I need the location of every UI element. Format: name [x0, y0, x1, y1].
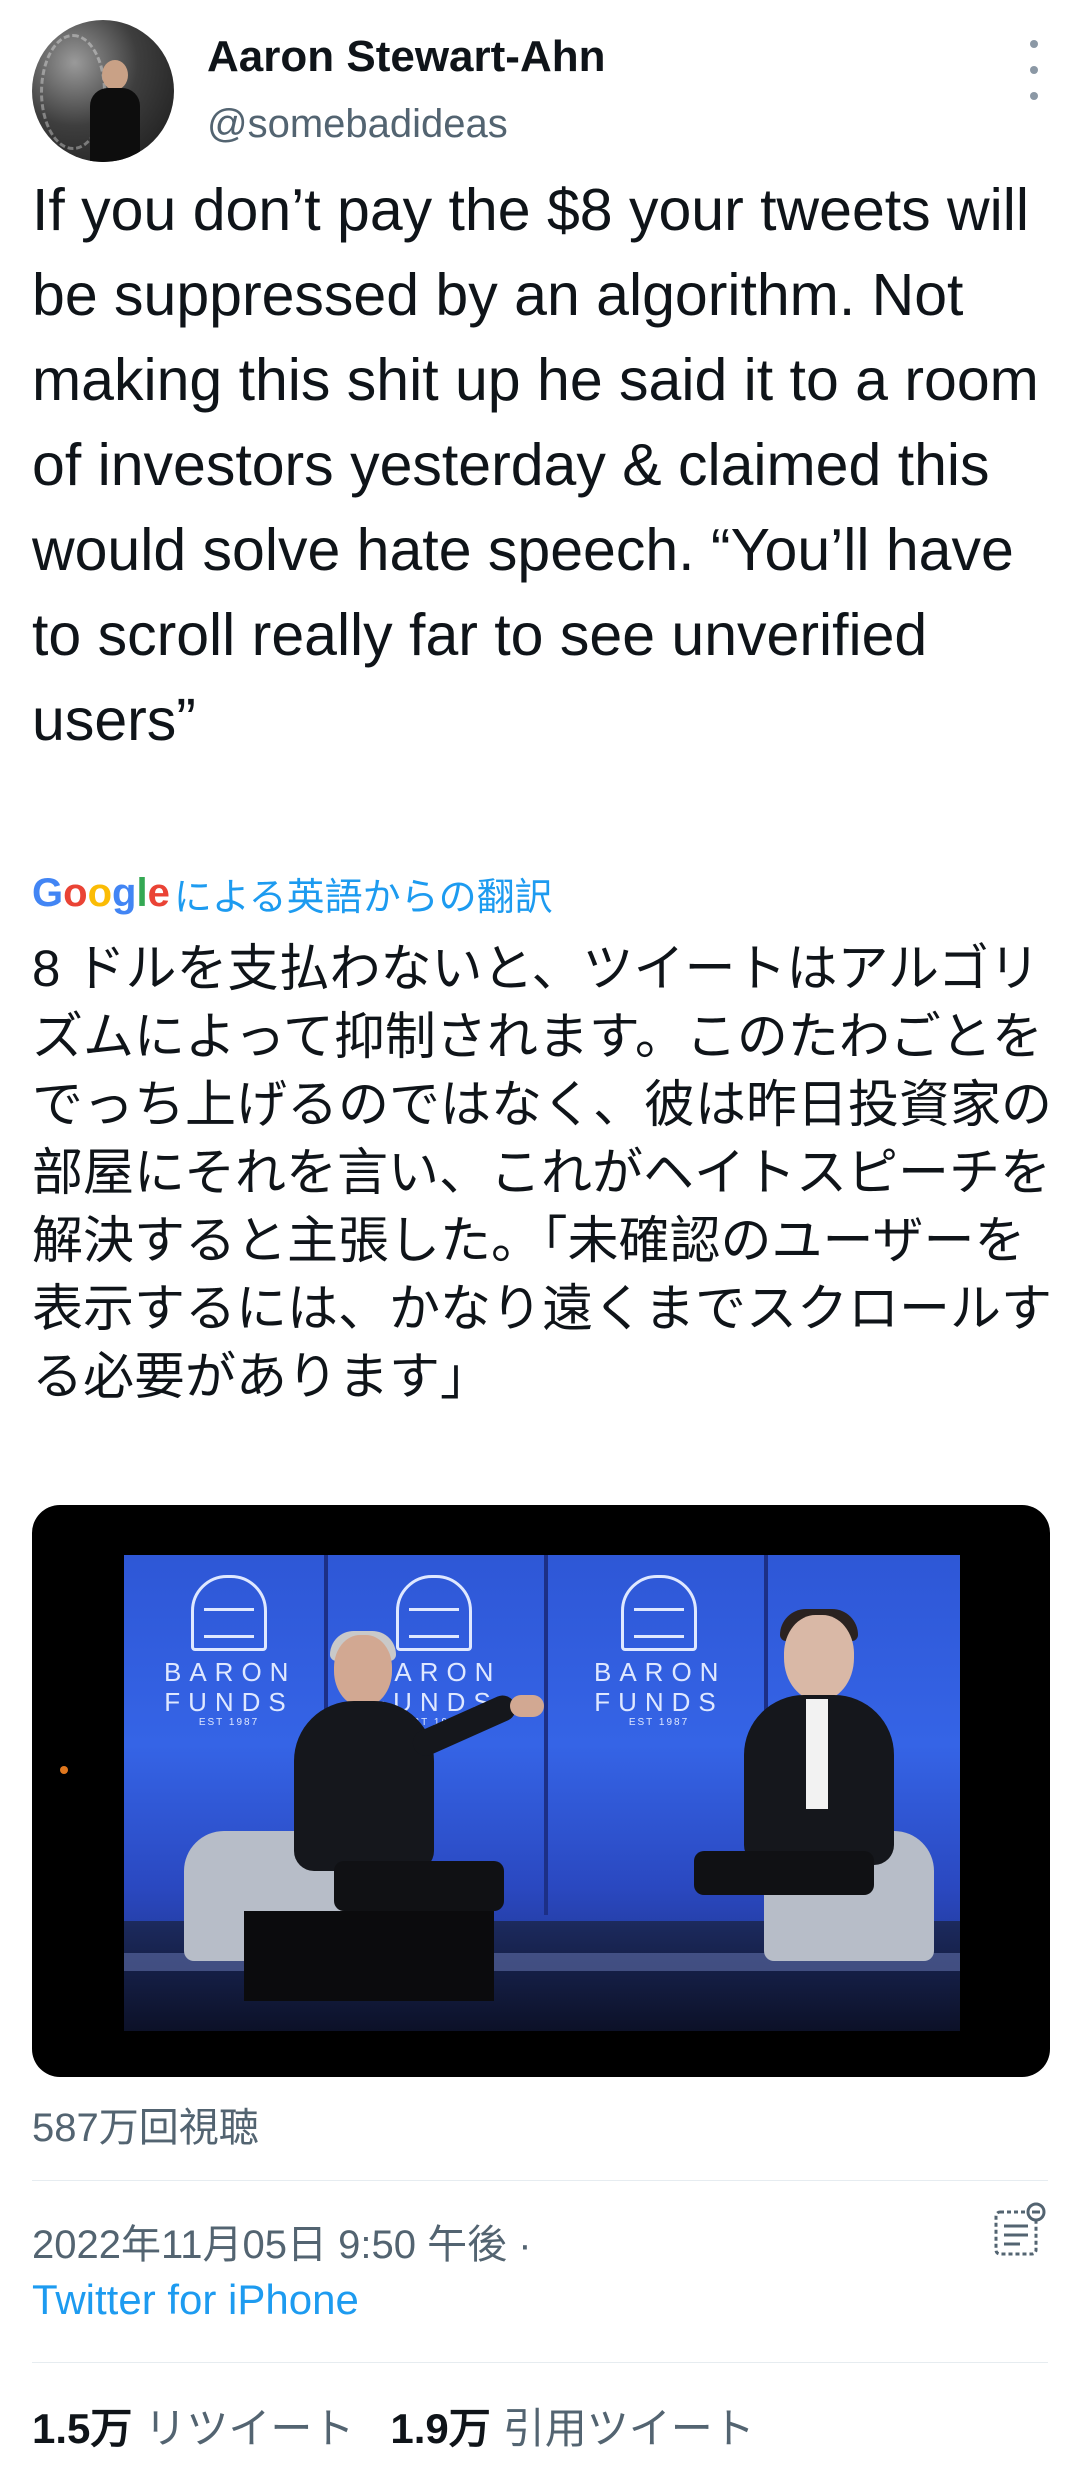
translation-attribution[interactable]: Google による英語からの翻訳 — [32, 866, 553, 921]
divider — [32, 2180, 1048, 2181]
tweet-timestamp[interactable]: 2022年11月05日 9:50 午後 · — [32, 2212, 532, 2270]
baron-funds-logo: BARON FUNDS EST 1987 — [594, 1575, 724, 1728]
tweet-header: Aaron Stewart-Ahn @somebadideas — [32, 20, 1048, 170]
translated-text: 8 ドルを支払わないと、ツイートはアルゴリズムによって抑制されます。このたわごと… — [32, 940, 1053, 1405]
interviewer-figure — [224, 1631, 554, 1935]
stage-table — [244, 1911, 494, 2001]
retweet-label[interactable]: リツイート — [144, 2395, 354, 2456]
view-analytics-icon[interactable] — [990, 2200, 1050, 2260]
author-display-name[interactable]: Aaron Stewart-Ahn — [207, 32, 605, 82]
engagement-stats: 1.5万 リツイート 1.9万 引用ツイート — [32, 2395, 791, 2456]
google-logo: Google — [32, 870, 170, 915]
video-indicator-dot — [60, 1766, 68, 1774]
quote-label[interactable]: 引用ツイート — [503, 2395, 755, 2456]
author-handle[interactable]: @somebadideas — [207, 102, 508, 147]
translation-label[interactable]: による英語からの翻訳 — [174, 866, 553, 921]
view-count: 587万回視聴 — [32, 2106, 259, 2150]
video-player[interactable]: BARON FUNDS EST 1987 BARON FUNDS EST 198… — [32, 1505, 1050, 2077]
avatar[interactable] — [32, 20, 174, 162]
guest-figure — [694, 1609, 924, 1935]
more-vertical-icon[interactable] — [1020, 40, 1048, 100]
tweet-source[interactable]: Twitter for iPhone — [32, 2276, 359, 2324]
tweet-text: If you don’t pay the $8 your tweets will… — [32, 177, 1039, 753]
quote-count[interactable]: 1.9万 — [390, 2395, 490, 2456]
divider — [32, 2362, 1048, 2363]
retweet-count[interactable]: 1.5万 — [32, 2395, 132, 2456]
video-frame[interactable]: BARON FUNDS EST 1987 BARON FUNDS EST 198… — [124, 1555, 960, 2031]
